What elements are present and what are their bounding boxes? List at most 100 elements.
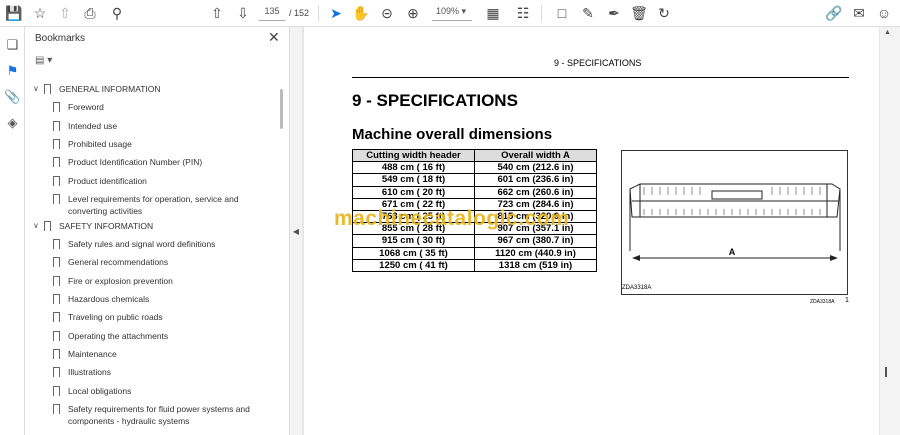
bookmark-item[interactable]: Local obligations <box>53 385 272 397</box>
bookmark-label: Local obligations <box>68 385 132 396</box>
table-row: 1068 cm ( 35 ft) 1120 cm (440.9 in) <box>352 246 597 260</box>
bookmark-label: Level requirements for operation, servic… <box>68 193 239 216</box>
bookmark-item[interactable]: Fire or explosion prevention <box>53 275 272 287</box>
print-icon[interactable]: ⎙ <box>80 3 100 23</box>
table-cell: 549 cm ( 18 ft) <box>352 173 475 187</box>
hand-tool-icon[interactable]: ✋ <box>351 3 371 23</box>
bookmark-item[interactable]: Hazardous chemicals <box>53 293 272 305</box>
document-area: 9 - SPECIFICATIONS 9 - SPECIFICATIONS Ma… <box>302 27 900 435</box>
bookmarks-panel: Bookmarks ✕ ▤ ▾ ∨ GENERAL INFORMATION Fore… <box>25 27 290 435</box>
search-icon[interactable]: ⚲ <box>107 3 127 23</box>
collapse-panel-button[interactable]: ◀ <box>290 27 302 435</box>
comment-icon[interactable]: □ <box>552 3 572 23</box>
bookmarks-icon[interactable]: ⚑ <box>4 63 21 80</box>
upload-icon[interactable]: ⇧ <box>55 3 75 23</box>
bookmark-item[interactable]: Intended use <box>53 120 272 132</box>
bookmark-icon <box>53 403 60 414</box>
close-icon[interactable]: ✕ <box>268 29 280 46</box>
scrollbar-thumb[interactable] <box>885 367 887 377</box>
bookmark-item[interactable]: Maintenance <box>53 348 272 360</box>
bookmark-item[interactable]: Product Identification Number (PIN) <box>53 156 272 168</box>
scroll-up-icon[interactable]: ▲ <box>884 29 891 36</box>
bookmark-item[interactable]: Safety requirements for fluid power syst… <box>53 403 272 427</box>
panel-title: Bookmarks <box>35 33 86 44</box>
chevron-down-icon[interactable]: ∨ <box>33 83 39 95</box>
zoom-select[interactable]: 109% ▾ <box>432 6 472 21</box>
bookmark-icon <box>53 385 60 396</box>
bookmark-options-button[interactable]: ▤ ▾ <box>35 55 52 66</box>
page-fit-icon[interactable]: ▦ <box>483 3 503 23</box>
vertical-scrollbar[interactable]: ▲ <box>880 27 900 435</box>
bookmark-item[interactable]: Foreword <box>53 101 272 113</box>
attachments-icon[interactable]: 📎 <box>4 89 21 106</box>
bookmark-icon <box>53 120 60 131</box>
bookmark-label: Hazardous chemicals <box>68 294 150 304</box>
toolbar: 💾 ☆ ⇧ ⎙ ⚲ ⇧ ⇩ 135 / 152 ➤ ✋ ⊝ ⊕ 109% ▾ ▦… <box>0 0 900 27</box>
zoom-out-icon[interactable]: ⊝ <box>377 3 397 23</box>
zoom-value: 109% <box>436 6 460 16</box>
zoom-in-icon[interactable]: ⊕ <box>403 3 423 23</box>
rotate-icon[interactable]: ↻ <box>654 3 674 23</box>
bookmark-icon <box>44 220 51 231</box>
scrollbar[interactable] <box>280 89 283 129</box>
table-row: 915 cm ( 30 ft) 967 cm (380.7 in) <box>352 234 597 248</box>
column-header: Overall width A <box>474 148 597 163</box>
page-total: / 152 <box>289 8 310 18</box>
bookmark-item[interactable]: Traveling on public roads <box>53 311 272 323</box>
share-link-icon[interactable]: 🔗 <box>824 3 844 23</box>
bookmark-label: Intended use <box>68 120 118 131</box>
bookmark-icon <box>53 175 60 186</box>
previous-page-icon[interactable]: ⇧ <box>207 3 227 23</box>
bookmark-icon <box>53 239 60 250</box>
table-row: 610 cm ( 20 ft) 662 cm (260.6 in) <box>352 185 597 199</box>
bookmark-item[interactable]: Level requirements for operation, servic… <box>53 193 272 217</box>
next-page-icon[interactable]: ⇩ <box>233 3 253 23</box>
layers-icon[interactable]: ◈ <box>4 115 21 132</box>
table-cell: 601 cm (236.6 in) <box>474 173 597 187</box>
table-cell: 540 cm (212.6 in) <box>474 161 597 175</box>
bookmark-icon <box>53 275 60 286</box>
pdf-page: 9 - SPECIFICATIONS 9 - SPECIFICATIONS Ma… <box>304 27 879 435</box>
bookmark-item[interactable]: ∨ SAFETY INFORMATION <box>33 220 272 232</box>
bookmark-label: Product Identification Number (PIN) <box>68 157 203 168</box>
figure-number: 1 <box>845 297 849 304</box>
bookmark-label: Illustrations <box>68 367 111 378</box>
highlight-pen-icon[interactable]: ✎ <box>578 3 598 23</box>
bookmark-item[interactable]: General recommendations <box>53 256 272 268</box>
bookmark-label: Safety rules and signal word definitions <box>68 239 216 250</box>
sign-icon[interactable]: ✒ <box>604 3 624 23</box>
page-thumbnails-icon[interactable]: ❏ <box>4 37 21 54</box>
select-cursor-icon[interactable]: ➤ <box>326 3 346 23</box>
page-number-input[interactable]: 135 <box>259 6 285 21</box>
header-rule <box>352 77 849 78</box>
bookmark-item[interactable]: Prohibited usage <box>53 138 272 150</box>
bookmark-item[interactable]: Illustrations <box>53 366 272 378</box>
bookmark-label: SAFETY INFORMATION <box>59 220 154 231</box>
account-icon[interactable]: ☺ <box>874 3 894 23</box>
bookmark-item[interactable]: Safety rules and signal word definitions <box>53 238 272 250</box>
figure-code-small: ZDA3318A <box>810 299 835 305</box>
table-cell: 488 cm ( 16 ft) <box>352 161 475 175</box>
bookmark-label: Product identification <box>68 175 147 186</box>
bookmark-item[interactable]: Operating the attachments <box>53 330 272 342</box>
save-icon[interactable]: 💾 <box>4 3 24 23</box>
bookmark-item[interactable]: Product identification <box>53 175 272 187</box>
dimension-label: A <box>729 247 736 257</box>
bookmark-label: Traveling on public roads <box>68 312 163 323</box>
bookmark-icon <box>53 348 60 359</box>
scroll-mode-icon[interactable]: ☷ <box>513 3 533 23</box>
email-icon[interactable]: ✉ <box>849 3 869 23</box>
table-cell: 1068 cm ( 35 ft) <box>352 246 475 260</box>
table-cell: 1120 cm (440.9 in) <box>474 246 597 260</box>
figure-code: ZDA3318A <box>622 285 652 291</box>
header-drawing: A <box>629 183 841 261</box>
bookmark-label: Operating the attachments <box>68 330 169 341</box>
bookmark-label: Maintenance <box>68 348 117 359</box>
table-cell: 662 cm (260.6 in) <box>474 185 597 199</box>
divider <box>318 5 319 22</box>
chevron-down-icon[interactable]: ∨ <box>33 220 39 232</box>
bookmark-item[interactable]: ∨ GENERAL INFORMATION <box>33 83 272 95</box>
bookmark-label: Fire or explosion prevention <box>68 275 173 286</box>
delete-icon[interactable]: 🗑 <box>629 3 649 23</box>
bookmark-star-icon[interactable]: ☆ <box>30 3 50 23</box>
